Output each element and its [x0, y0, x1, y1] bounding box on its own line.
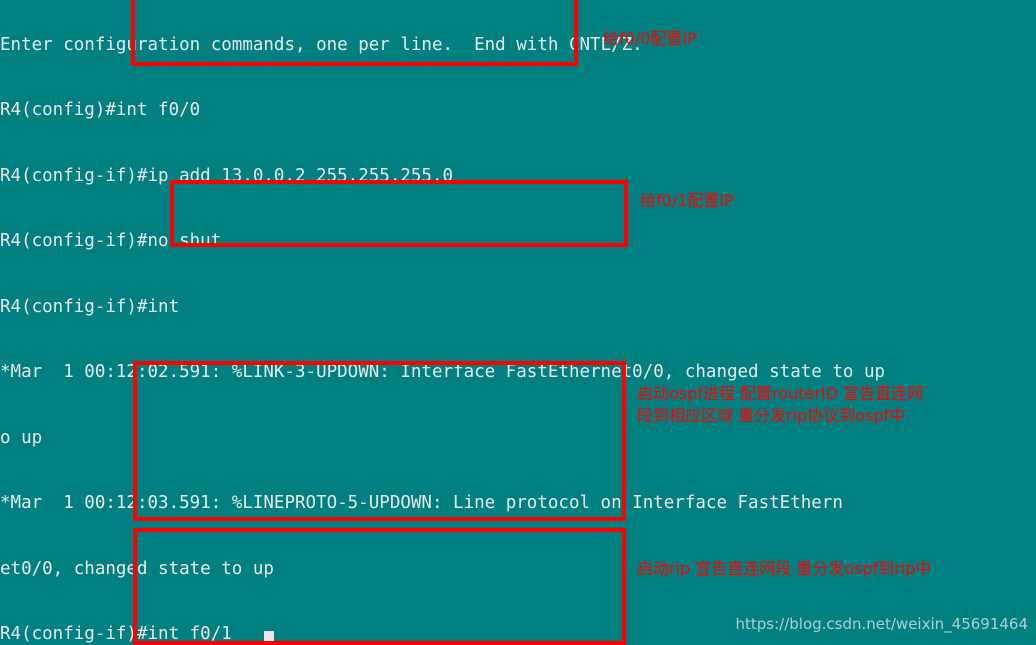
- annotation-ospf-line-2: 段到相应区域 重分发rip协议到ospf中: [637, 406, 906, 425]
- annotation-f0-1-ip: 给f0/1配置IP: [640, 191, 734, 210]
- terminal-output[interactable]: Enter configuration commands, one per li…: [0, 0, 1036, 645]
- terminal-line: R4(config-if)#no shut: [0, 231, 222, 252]
- annotation-ospf-line-1: 启动ospf进程 配置routerID 宣告直连网: [637, 384, 923, 403]
- terminal-line: Enter configuration commands, one per li…: [0, 34, 643, 55]
- terminal-cursor: [264, 631, 274, 645]
- terminal-line: R4(config-if)#ip add 13.0.0.2 255.255.25…: [0, 165, 454, 186]
- terminal-screenshot: Enter configuration commands, one per li…: [0, 0, 1036, 645]
- annotation-f0-0-ip: 给f0/0配置IP: [603, 29, 697, 48]
- annotation-rip: 启动rip 宣告直连网段 重分发ospf到rip中: [637, 559, 932, 578]
- terminal-line: R4(config-if)#int: [0, 296, 180, 317]
- terminal-line: *Mar 1 00:12:02.591: %LINK-3-UPDOWN: Int…: [0, 362, 886, 383]
- terminal-line: *Mar 1 00:12:03.591: %LINEPROTO-5-UPDOWN…: [0, 493, 843, 514]
- watermark-url: https://blog.csdn.net/weixin_45691464: [735, 615, 1028, 633]
- terminal-line: R4(config)#int f0/0: [0, 100, 201, 121]
- terminal-line: o up: [0, 427, 43, 448]
